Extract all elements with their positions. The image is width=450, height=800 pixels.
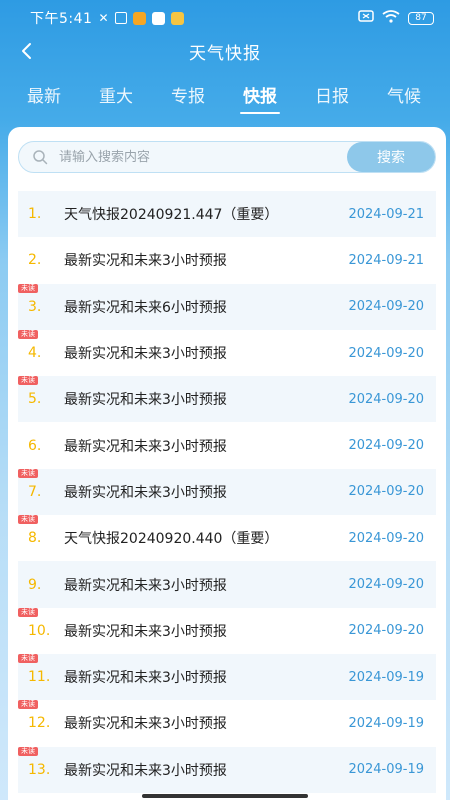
list-item[interactable]: 未读 10. 最新实况和未来3小时预报 2024-09-20 xyxy=(18,607,436,654)
unread-badge: 未读 xyxy=(18,653,38,663)
search-icon xyxy=(31,148,49,166)
item-date: 2024-09-19 xyxy=(348,715,424,731)
list-item[interactable]: 未读 13. 最新实况和未来3小时预报 2024-09-19 xyxy=(18,746,436,793)
status-bar: 下午5:41 ✕ 87 xyxy=(0,0,450,36)
tab-bar: 最新 重大 专报 快报 日报 气候 xyxy=(0,80,450,120)
chevron-left-icon xyxy=(22,43,31,59)
mute-icon: ✕ xyxy=(98,11,109,25)
item-title: 最新实况和未来3小时预报 xyxy=(64,438,227,455)
list-item[interactable]: 6. 最新实况和未来3小时预报 2024-09-20 xyxy=(18,422,436,468)
item-title: 最新实况和未来3小时预报 xyxy=(64,253,227,270)
item-number: 7. xyxy=(28,483,42,500)
tab-express[interactable]: 快报 xyxy=(224,80,296,116)
search-input[interactable] xyxy=(57,142,347,172)
item-number: 9. xyxy=(28,576,42,593)
tab-latest[interactable]: 最新 xyxy=(8,80,80,116)
item-number: 12. xyxy=(28,715,51,732)
list-item[interactable]: 9. 最新实况和未来3小时预报 2024-09-20 xyxy=(18,561,436,608)
search-bar: 搜索 xyxy=(18,141,436,173)
app-notification-icon xyxy=(132,11,146,25)
item-date: 2024-09-20 xyxy=(348,577,424,593)
list-item[interactable]: 2. 最新实况和未来3小时预报 2024-09-21 xyxy=(18,237,436,283)
unread-badge: 未读 xyxy=(18,376,38,386)
header: 天气快报 xyxy=(0,36,450,66)
item-title: 最新实况和未来3小时预报 xyxy=(64,577,227,594)
item-date: 2024-09-19 xyxy=(348,669,424,685)
unread-badge: 未读 xyxy=(18,329,38,339)
cloud-app-icon xyxy=(170,11,184,25)
wifi-icon xyxy=(382,9,400,27)
item-date: 2024-09-20 xyxy=(348,438,424,454)
unread-badge: 未读 xyxy=(18,746,38,756)
item-title: 最新实况和未来3小时预报 xyxy=(64,716,227,733)
list-item[interactable]: 未读 7. 最新实况和未来3小时预报 2024-09-20 xyxy=(18,468,436,516)
item-number: 8. xyxy=(28,530,42,547)
back-button[interactable] xyxy=(14,36,38,66)
item-date: 2024-09-21 xyxy=(348,206,424,222)
item-title: 最新实况和未来3小时预报 xyxy=(64,484,227,501)
battery-indicator: 87 xyxy=(408,11,434,25)
item-title: 最新实况和未来3小时预报 xyxy=(64,392,227,409)
item-number: 10. xyxy=(28,622,51,639)
item-number: 11. xyxy=(28,669,51,686)
item-title: 最新实况和未来6小时预报 xyxy=(64,299,227,316)
list-item[interactable]: 未读 11. 最新实况和未来3小时预报 2024-09-19 xyxy=(18,653,436,701)
item-title: 最新实况和未来3小时预报 xyxy=(64,346,227,363)
item-date: 2024-09-19 xyxy=(348,762,424,778)
unread-badge: 未读 xyxy=(18,283,38,293)
item-number: 4. xyxy=(28,345,42,362)
weibo-icon xyxy=(151,11,165,25)
item-number: 5. xyxy=(28,391,42,408)
item-number: 13. xyxy=(28,761,51,778)
tab-daily[interactable]: 日报 xyxy=(296,80,368,116)
nfc-icon xyxy=(114,12,127,24)
list-item[interactable]: 1. 天气快报20240921.447（重要） 2024-09-21 xyxy=(18,191,436,238)
item-number: 2. xyxy=(28,252,42,269)
item-date: 2024-09-21 xyxy=(348,252,424,268)
tab-climate[interactable]: 气候 xyxy=(368,80,440,116)
item-title: 最新实况和未来3小时预报 xyxy=(64,762,227,779)
item-title: 天气快报20240921.447（重要） xyxy=(64,207,279,224)
item-number: 3. xyxy=(28,298,42,315)
item-title: 最新实况和未来3小时预报 xyxy=(64,670,227,687)
unread-badge: 未读 xyxy=(18,515,38,525)
status-time: 下午5:41 xyxy=(30,11,93,27)
item-number: 6. xyxy=(28,437,42,454)
item-title: 天气快报20240920.440（重要） xyxy=(64,531,279,548)
item-date: 2024-09-20 xyxy=(348,623,424,639)
unread-badge: 未读 xyxy=(18,607,38,617)
list-item[interactable]: 未读 12. 最新实况和未来3小时预报 2024-09-19 xyxy=(18,700,436,746)
unread-badge: 未读 xyxy=(18,468,38,478)
list-item[interactable]: 未读 3. 最新实况和未来6小时预报 2024-09-20 xyxy=(18,283,436,330)
sim-off-icon xyxy=(358,10,374,26)
status-right: 87 xyxy=(358,9,434,27)
tab-major[interactable]: 重大 xyxy=(80,80,152,116)
tab-special[interactable]: 专报 xyxy=(152,80,224,116)
report-list: 1. 天气快报20240921.447（重要） 2024-09-21 2. 最新实况和未… xyxy=(18,191,436,793)
search-button[interactable]: 搜索 xyxy=(347,142,435,172)
item-date: 2024-09-20 xyxy=(348,345,424,361)
list-item[interactable]: 未读 8. 天气快报20240920.440（重要） 2024-09-20 xyxy=(18,515,436,561)
content-panel: 搜索 1. 天气快报20240921.447（重要） 2024-09-21 2. 最新实… xyxy=(8,127,446,800)
list-item[interactable]: 未读 4. 最新实况和未来3小时预报 2024-09-20 xyxy=(18,329,436,376)
page-title: 天气快报 xyxy=(189,43,261,64)
home-indicator[interactable] xyxy=(142,794,308,798)
unread-badge: 未读 xyxy=(18,700,38,710)
status-left: 下午5:41 ✕ xyxy=(30,8,184,28)
item-date: 2024-09-20 xyxy=(348,484,424,500)
item-title: 最新实况和未来3小时预报 xyxy=(64,623,227,640)
item-date: 2024-09-20 xyxy=(348,530,424,546)
item-date: 2024-09-20 xyxy=(348,391,424,407)
item-number: 1. xyxy=(28,206,42,223)
list-item[interactable]: 未读 5. 最新实况和未来3小时预报 2024-09-20 xyxy=(18,376,436,423)
item-date: 2024-09-20 xyxy=(348,299,424,315)
